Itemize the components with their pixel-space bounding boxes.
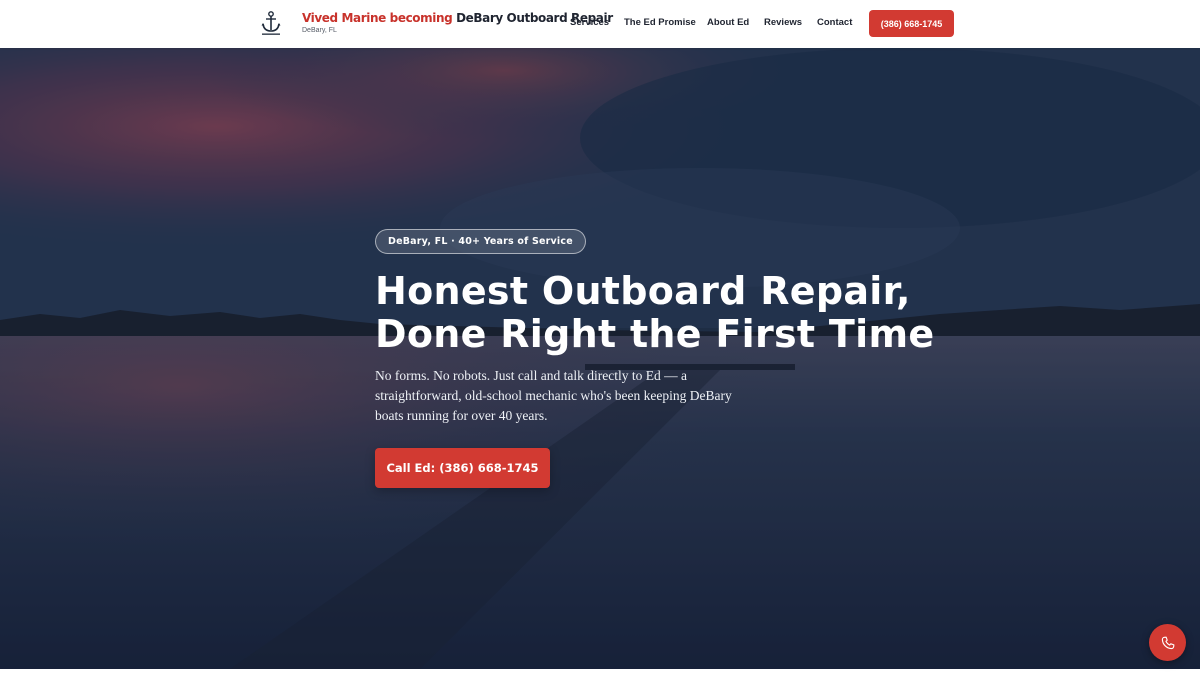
- floating-call-button[interactable]: [1149, 624, 1186, 661]
- nav-item-contact[interactable]: Contact: [817, 17, 852, 28]
- nav-item-about-ed[interactable]: About Ed: [707, 17, 749, 28]
- hero-section: DeBary, FL · 40+ Years of Service Honest…: [0, 48, 1200, 669]
- nav-item-services[interactable]: Services: [570, 17, 609, 28]
- hero-call-button[interactable]: Call Ed: (386) 668-1745: [375, 448, 550, 488]
- brand[interactable]: Vived Marine becoming DeBary Outboard Re…: [302, 11, 613, 34]
- brand-title: Vived Marine becoming DeBary Outboard Re…: [302, 11, 613, 26]
- location-badge: DeBary, FL · 40+ Years of Service: [375, 229, 586, 254]
- page-bottom: [0, 669, 1200, 675]
- hero-headline-line2: Done Right the First Time: [375, 312, 935, 356]
- hero-description: No forms. No robots. Just call and talk …: [375, 368, 732, 423]
- header-call-button[interactable]: (386) 668-1745: [869, 10, 954, 37]
- hero-headline: Honest Outboard Repair, Done Right the F…: [375, 269, 935, 356]
- brand-title-red: Vived Marine becoming: [302, 11, 453, 25]
- hero-headline-line1: Honest Outboard Repair,: [375, 269, 911, 313]
- site-header: Vived Marine becoming DeBary Outboard Re…: [0, 0, 1200, 48]
- phone-icon: [1161, 636, 1174, 649]
- nav-item-reviews[interactable]: Reviews: [764, 17, 802, 28]
- nav-item-ed-promise[interactable]: The Ed Promise: [624, 17, 696, 28]
- brand-subtitle: DeBary, FL: [302, 27, 337, 34]
- hero-overlay: [0, 48, 1200, 669]
- anchor-icon[interactable]: [259, 10, 283, 36]
